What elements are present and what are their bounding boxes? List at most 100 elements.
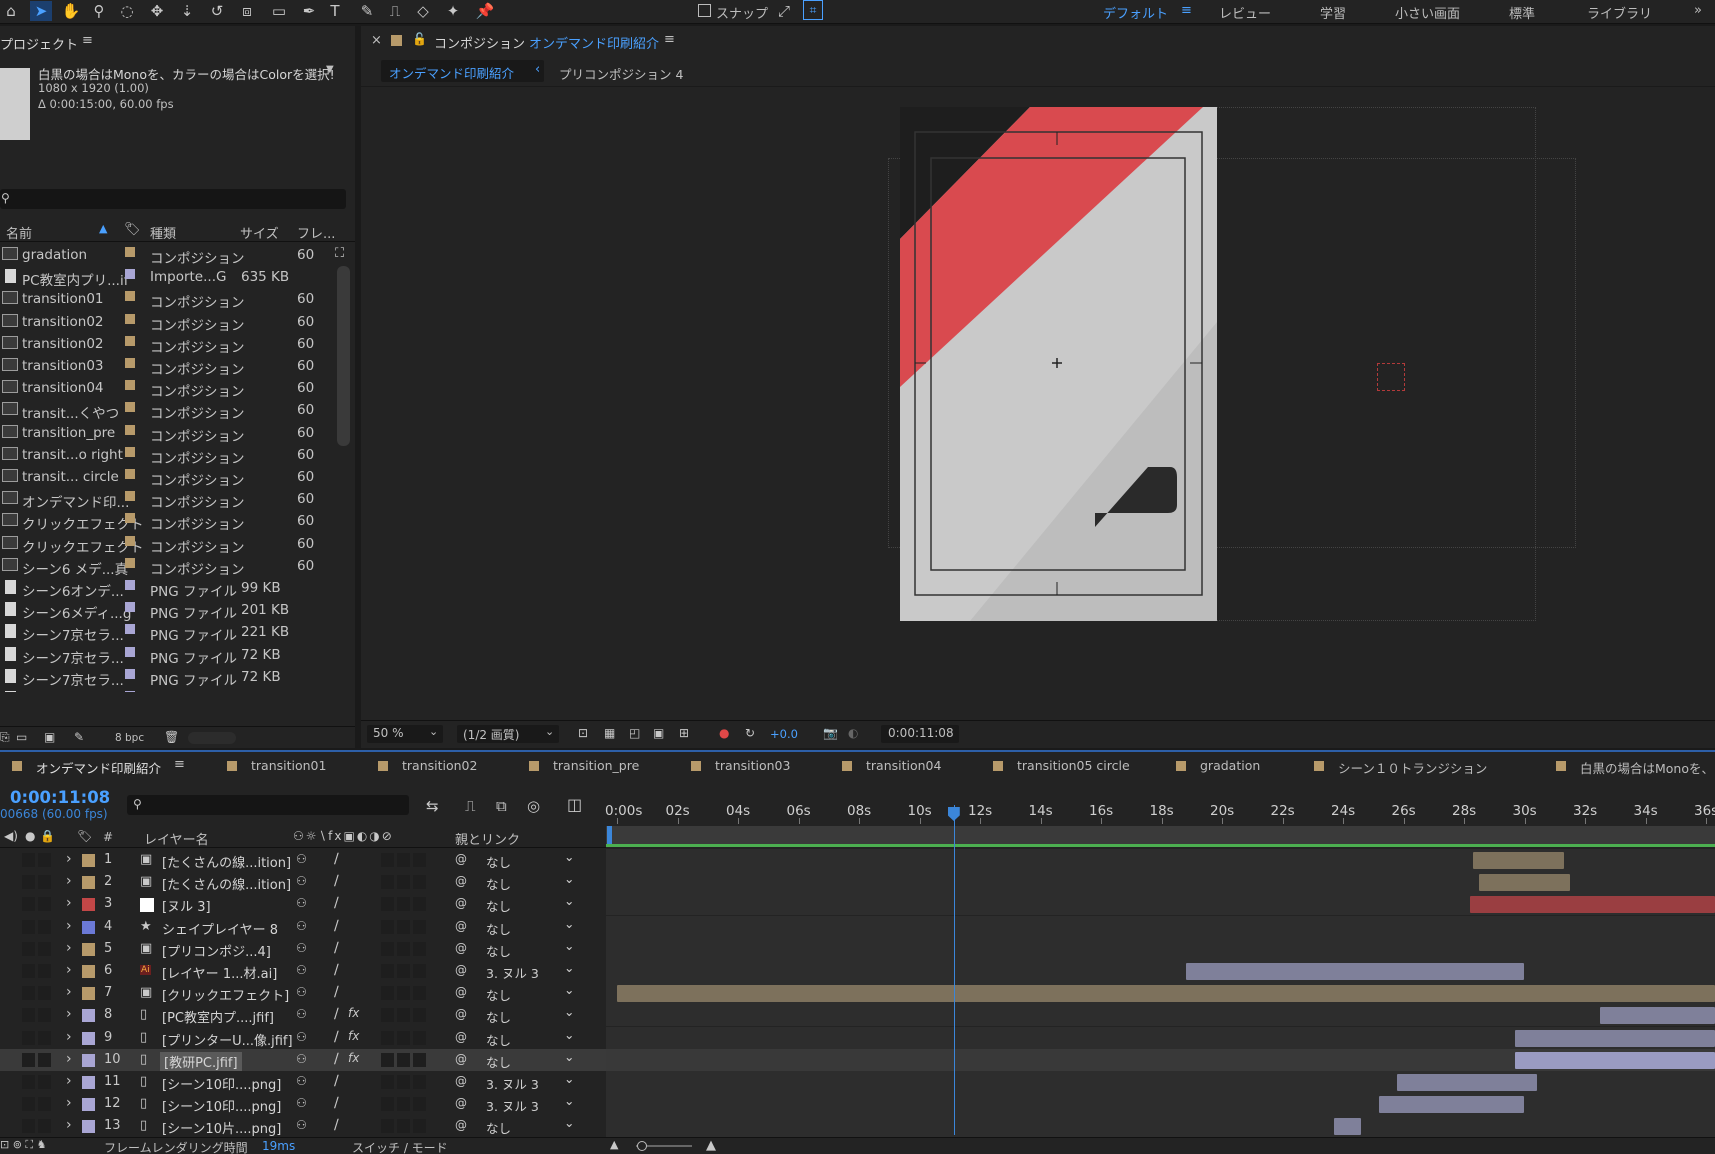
layer-row[interactable]: › 5 ▣ [プリコンポジ...4] ⚇ ∕ @ なし ⌄ [0, 937, 1715, 960]
new-folder-icon[interactable]: ▭ [16, 730, 27, 744]
timeline-zoom-knob[interactable] [637, 1141, 647, 1151]
layer-duration-bar[interactable] [1515, 1051, 1715, 1069]
column-type[interactable]: 種類 [150, 223, 176, 242]
snap-checkbox[interactable] [698, 4, 711, 17]
roto-brush-icon[interactable]: ✦ [442, 1, 464, 21]
mode-switch[interactable] [397, 875, 410, 890]
av-switch[interactable] [38, 853, 51, 867]
layer-label-color[interactable] [82, 987, 95, 1001]
trash-icon[interactable]: 🗑 [164, 730, 179, 744]
timeline-tab-menu-icon[interactable]: ≡ [174, 757, 185, 772]
mode-switch[interactable] [381, 1008, 394, 1023]
hide-shy-icon[interactable]: ⧉ [496, 797, 507, 815]
layer-row[interactable]: › 4 ★ シェイプレイヤー 8 ⚇ ∕ @ なし ⌄ [0, 915, 1715, 938]
layer-row[interactable]: › 1 ▣ [たくさんの線...ition] ⚇ ∕ @ なし ⌄ [0, 849, 1715, 871]
mode-switch[interactable] [381, 1052, 394, 1067]
label-swatch[interactable] [125, 557, 135, 568]
project-panel-title[interactable]: プロジェクト [0, 34, 78, 53]
quality-switch-icon[interactable]: ∕ [334, 918, 339, 934]
hand-tool-icon[interactable]: ✋ [60, 1, 82, 21]
shy-switch-icon[interactable]: ⚇ [296, 1096, 307, 1110]
layer-row-track[interactable] [606, 960, 1715, 982]
project-item[interactable]: transit... circle コンポジション 60 [0, 466, 335, 489]
parent-dropdown[interactable]: なし ⌄ [476, 982, 580, 1003]
flowchart-icon[interactable]: ⛶ [335, 246, 344, 261]
layer-label-color[interactable] [82, 1031, 95, 1045]
layer-label-color[interactable] [82, 1120, 95, 1134]
color-channels-icon[interactable]: ● [719, 726, 729, 740]
mode-switch[interactable] [413, 1030, 426, 1045]
av-switch[interactable] [22, 964, 35, 978]
mask-path-icon[interactable]: ◰ [629, 726, 640, 740]
av-switch[interactable] [38, 1052, 51, 1067]
layer-duration-bar[interactable] [1379, 1096, 1525, 1114]
work-area-bar[interactable] [606, 826, 1715, 844]
show-snapshot-icon[interactable]: ◐ [848, 726, 858, 740]
column-layer-name[interactable]: レイヤー名 [144, 829, 209, 848]
layer-row[interactable]: › 11 ▯ [シーン10印....png] ⚇ ∕ @3. ヌル 3 ⌄ [0, 1071, 1715, 1093]
label-swatch[interactable] [125, 446, 135, 457]
mode-switch[interactable] [413, 1008, 426, 1023]
resolution-dropdown[interactable]: (1/2 画質) ⌄ [457, 725, 559, 743]
av-switch[interactable] [22, 986, 35, 1001]
layer-row[interactable]: › 7 ▣ [クリックエフェクト] ⚇ ∕ @ なし ⌄ [0, 982, 1715, 1005]
pick-whip-icon[interactable]: @ [455, 852, 467, 866]
mode-switch[interactable] [413, 1097, 426, 1112]
shy-switch-icon[interactable]: ⚇ [296, 1007, 307, 1021]
expand-twirl-icon[interactable]: › [66, 940, 72, 956]
brush-tool-icon[interactable]: ✎ [356, 1, 378, 21]
mode-switch[interactable] [381, 1030, 394, 1045]
project-item[interactable]: transit...o right コンポジション 60 [0, 444, 335, 467]
layer-name[interactable]: [プリコンポジ...4] [162, 941, 271, 960]
snap-grid-icon[interactable]: ⌗ [803, 0, 823, 20]
guides-icon[interactable]: ⊞ [679, 726, 689, 740]
expand-twirl-icon[interactable]: › [66, 1073, 72, 1089]
lock-column-icon[interactable]: 🔒 [40, 829, 55, 843]
layer-row[interactable]: › 10 ▯ [教研PC.jfif] ⚇ ∕ fx @ なし ⌄ [0, 1048, 1715, 1071]
new-comp-icon[interactable]: ▣ [44, 730, 55, 744]
pick-whip-icon[interactable]: @ [455, 874, 467, 888]
lock-icon[interactable]: 🔓 [412, 32, 427, 46]
mode-switch[interactable] [413, 853, 426, 867]
orbit-camera-icon[interactable]: ◌ [116, 1, 138, 21]
mode-switch[interactable] [413, 919, 426, 934]
label-swatch[interactable] [125, 424, 135, 435]
mode-switch[interactable] [397, 964, 410, 978]
layer-name[interactable]: [シーン10印....png] [162, 1096, 281, 1115]
home-icon[interactable]: ⌂ [0, 1, 22, 21]
expand-twirl-icon[interactable]: › [66, 1117, 72, 1133]
label-swatch[interactable] [125, 291, 135, 302]
layer-duration-bar[interactable] [617, 985, 1715, 1003]
expand-twirl-icon[interactable]: › [66, 873, 72, 889]
av-switch[interactable] [22, 1119, 35, 1134]
zoom-out-icon[interactable]: ▲ [610, 1138, 618, 1151]
mode-switch[interactable] [413, 1052, 426, 1067]
shy-switch-icon[interactable]: ⚇ [296, 963, 307, 977]
layer-name[interactable]: [シーン10印....png] [162, 1074, 281, 1093]
layer-anchor-marker[interactable] [1377, 363, 1405, 391]
layer-row[interactable]: › 6 Ai [レイヤー 1...材.ai] ⚇ ∕ @3. ヌル 3 ⌄ [0, 960, 1715, 982]
layer-label-color[interactable] [82, 942, 95, 956]
layer-row-track[interactable] [606, 937, 1715, 960]
playhead[interactable] [953, 805, 955, 1135]
quality-switch-icon[interactable]: ∕ [334, 1029, 339, 1045]
expand-twirl-icon[interactable]: › [66, 1006, 72, 1022]
timeline-tab[interactable]: オンデマンド印刷紹介 [12, 758, 161, 777]
footer-toggle-icons[interactable]: ⊡ ⊚ ⛶ ♞ [0, 1138, 47, 1152]
label-swatch[interactable] [125, 247, 135, 257]
label-swatch[interactable] [125, 513, 135, 524]
timeline-tab[interactable]: transition03 [691, 758, 790, 773]
solo-column-icon[interactable]: ● [25, 829, 35, 843]
layer-row-track[interactable] [606, 1071, 1715, 1093]
av-switch[interactable] [22, 1030, 35, 1045]
av-switch[interactable] [38, 919, 51, 934]
rectangle-tool-icon[interactable]: ▭ [268, 1, 290, 21]
bpc-label[interactable]: 8 bpc [115, 732, 144, 744]
quality-switch-icon[interactable]: ∕ [334, 962, 339, 978]
switch-mode-toggle[interactable]: スイッチ / モード [352, 1139, 448, 1154]
parent-dropdown[interactable]: 3. ヌル 3 ⌄ [476, 1093, 580, 1114]
workspace-standard[interactable]: 標準 [1509, 3, 1535, 22]
column-number[interactable]: # [103, 830, 113, 844]
project-item[interactable]: transition_pre コンポジション 60 [0, 422, 335, 445]
timeline-tab[interactable]: gradation [1176, 758, 1260, 773]
